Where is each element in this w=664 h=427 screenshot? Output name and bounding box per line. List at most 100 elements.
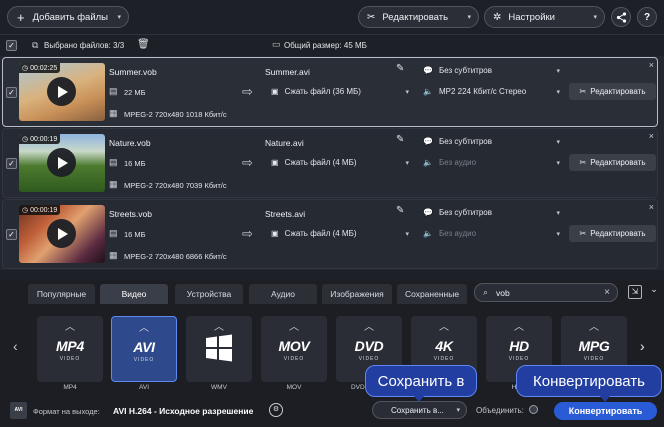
play-icon[interactable] [47, 219, 76, 248]
chevron-up-icon[interactable]: ︿ [261, 318, 327, 333]
chevron-up-icon[interactable]: ︿ [186, 318, 252, 333]
source-codec-info: MPEG-2 720x480 6866 Кбит/с [124, 252, 227, 261]
convert-callout-text: Конвертировать [533, 372, 645, 390]
format-tab[interactable]: Популярные [28, 284, 95, 304]
play-icon[interactable] [47, 148, 76, 177]
format-tile[interactable]: ︿ MP4 VIDEO [37, 316, 103, 382]
file-checkbox[interactable]: ✓ [6, 229, 17, 240]
edit-file-button[interactable]: ✂ Редактировать [569, 154, 656, 171]
close-icon[interactable]: × [649, 60, 654, 70]
convert-button[interactable]: Конвертировать [554, 402, 657, 420]
subtitles-dropdown[interactable]: 💬 Без субтитров ▾ [419, 62, 564, 79]
chevron-up-icon[interactable]: ︿ [37, 318, 103, 333]
audio-dropdown[interactable]: 🔈 Без аудио ▾ [419, 225, 564, 242]
pencil-icon[interactable]: ✎ [396, 63, 404, 74]
output-format-label: Формат на выходе: [33, 407, 100, 416]
close-icon[interactable]: × [649, 202, 654, 212]
file-icon: ▭ [272, 39, 281, 49]
output-file-name[interactable]: Nature.avi [265, 138, 304, 148]
compress-dropdown[interactable]: ▣ Сжать файл (36 МБ) ▾ [267, 83, 413, 100]
compress-label: Сжать файл (36 МБ) [284, 87, 361, 96]
play-icon[interactable] [47, 77, 76, 106]
pencil-icon[interactable]: ✎ [396, 134, 404, 145]
select-all-checkbox[interactable]: ✓ [6, 40, 17, 51]
format-label: MOV [286, 384, 302, 391]
format-tile[interactable]: ︿ [186, 316, 252, 382]
edit-file-button[interactable]: ✂ Редактировать [569, 83, 656, 100]
trash-icon[interactable]: 🗑 [137, 39, 150, 50]
output-file-name[interactable]: Summer.avi [265, 67, 310, 77]
audio-dropdown[interactable]: 🔈 MP2 224 Кбит/с Стерео ▾ [419, 83, 564, 100]
save-to-callout-pointer [414, 396, 424, 402]
video-thumbnail[interactable]: ◷ 00:00:19 [19, 205, 105, 263]
pencil-icon[interactable]: ✎ [396, 205, 404, 216]
speaker-icon: 🔈 [423, 87, 433, 96]
format-tab[interactable]: Аудио [249, 284, 317, 304]
chevron-up-icon[interactable]: ︿ [336, 318, 402, 333]
scissors-icon: ✂ [579, 158, 587, 167]
format-tile[interactable]: ︿ AVI VIDEO [111, 316, 177, 382]
format-logo-sub: VIDEO [283, 356, 305, 362]
duration-badge: ◷ 00:00:19 [19, 205, 61, 215]
file-checkbox[interactable]: ✓ [6, 87, 17, 98]
collapse-panel-icon[interactable]: ⇲ [628, 285, 642, 299]
total-size: Общий размер: 45 МБ [284, 41, 367, 50]
chevron-up-icon[interactable]: ︿ [112, 319, 176, 334]
format-tab[interactable]: Изображения [322, 284, 392, 304]
close-icon[interactable]: × [649, 131, 654, 141]
output-format-icon: AVI [10, 402, 27, 419]
speaker-icon: 🔈 [423, 229, 433, 238]
format-logo: MOV [278, 338, 310, 354]
save-to-callout: Сохранить в [365, 365, 477, 397]
audio-dropdown[interactable]: 🔈 Без аудио ▾ [419, 154, 564, 171]
video-thumbnail[interactable]: ◷ 00:02:25 [19, 63, 105, 121]
chevron-up-icon[interactable]: ︿ [561, 318, 627, 333]
chevron-up-icon[interactable]: ︿ [486, 318, 552, 333]
chevron-up-icon[interactable]: ︿ [411, 318, 477, 333]
compress-dropdown[interactable]: ▣ Сжать файл (4 МБ) ▾ [267, 225, 413, 242]
add-files-label: Добавить файлы [32, 11, 108, 23]
next-formats-arrow[interactable]: › [640, 338, 645, 354]
codec-icon: ▦ [109, 250, 118, 260]
selected-count: Выбрано файлов: 3/3 [44, 41, 125, 50]
save-to-button[interactable]: Сохранить в... ▾ [372, 401, 467, 419]
clear-search-icon[interactable]: × [604, 287, 610, 298]
format-tab[interactable]: Устройства [175, 284, 243, 304]
video-thumbnail[interactable]: ◷ 00:00:19 [19, 134, 105, 192]
gear-icon[interactable]: ⚙ [269, 403, 283, 417]
format-tab[interactable]: Сохраненные [397, 284, 467, 304]
help-icon[interactable]: ? [637, 7, 657, 27]
output-format-value[interactable]: AVI H.264 - Исходное разрешение [113, 406, 253, 416]
search-box[interactable]: ⌕ vob × [474, 283, 618, 302]
copy-icon: ⧉ [32, 40, 39, 50]
file-row[interactable]: ✓ ◷ 00:00:19 Nature.vob ▤ 16 МБ ▦ MPEG-2… [2, 128, 658, 198]
convert-label: Конвертировать [568, 406, 643, 416]
format-label: AVI [139, 384, 149, 391]
merge-toggle[interactable] [529, 405, 538, 414]
edit-menu-button[interactable]: ✂ Редактировать ▾ [358, 6, 479, 28]
format-tile[interactable]: ︿ MOV VIDEO [261, 316, 327, 382]
edit-file-button[interactable]: ✂ Редактировать [569, 225, 656, 242]
file-checkbox[interactable]: ✓ [6, 158, 17, 169]
settings-button[interactable]: ✲ Настройки ▾ [484, 6, 605, 28]
codec-icon: ▦ [109, 179, 118, 189]
share-icon[interactable] [611, 7, 631, 27]
source-codec-info: MPEG-2 720x480 7039 Кбит/с [124, 181, 227, 190]
chevron-down-icon[interactable]: ⌄ [647, 284, 661, 298]
prev-formats-arrow[interactable]: ‹ [13, 338, 18, 354]
file-row[interactable]: ✓ ◷ 00:02:25 Summer.vob ▤ 22 МБ ▦ MPEG-2… [2, 57, 658, 127]
source-file-name: Streets.vob [109, 209, 152, 219]
output-file-name[interactable]: Streets.avi [265, 209, 305, 219]
compress-dropdown[interactable]: ▣ Сжать файл (4 МБ) ▾ [267, 154, 413, 171]
subtitles-dropdown[interactable]: 💬 Без субтитров ▾ [419, 133, 564, 150]
search-input[interactable]: vob [496, 288, 510, 298]
chevron-down-icon: ▾ [467, 14, 471, 21]
format-logo-sub: VIDEO [508, 356, 530, 362]
file-row[interactable]: ✓ ◷ 00:00:19 Streets.vob ▤ 16 МБ ▦ MPEG-… [2, 199, 658, 269]
subtitles-dropdown[interactable]: 💬 Без субтитров ▾ [419, 204, 564, 221]
list-spacer [0, 270, 664, 281]
chevron-down-icon: ▾ [556, 138, 560, 146]
add-files-button[interactable]: + Добавить файлы ▾ [7, 6, 129, 28]
format-logo: HD [509, 338, 529, 354]
format-tab[interactable]: Видео [100, 284, 168, 304]
